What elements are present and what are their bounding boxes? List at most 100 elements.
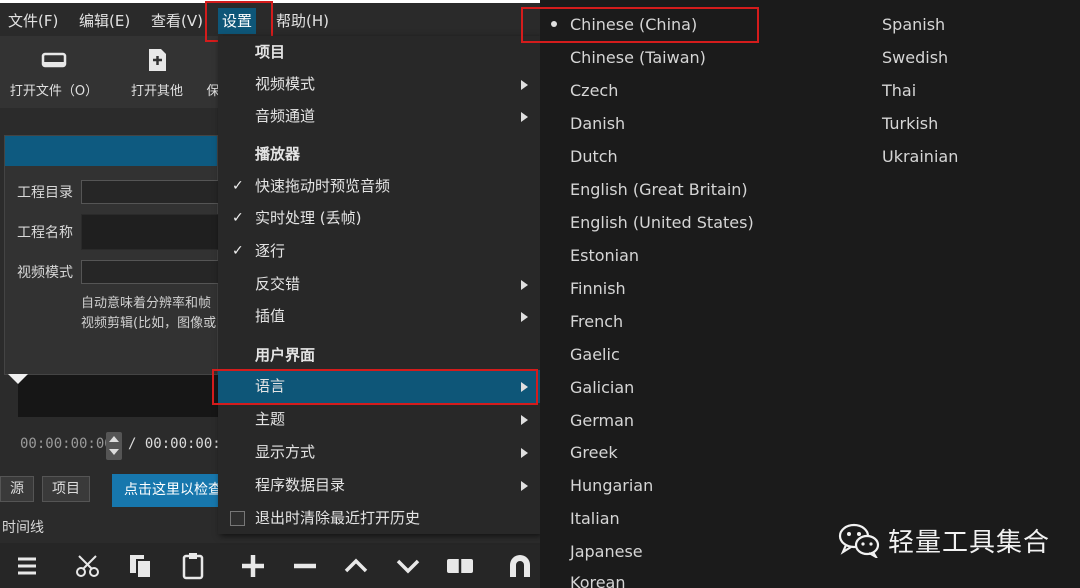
language-option[interactable]: French [570, 312, 623, 331]
timecode-field[interactable]: 00:00:00:00 [20, 436, 113, 452]
check-icon: ✓ [232, 243, 244, 259]
language-option[interactable]: Czech [570, 81, 618, 100]
split-icon[interactable] [445, 551, 475, 581]
settings-dropdown: 项目 视频模式 音频通道 播放器 ✓ 快速拖动时预览音频 ✓ 实时处理 (丢帧)… [218, 36, 540, 534]
language-highlight-box [212, 369, 538, 405]
settings-item-theme[interactable]: 主题 [218, 403, 540, 436]
language-option[interactable]: Finnish [570, 279, 626, 298]
auto-note-line1: 自动意味着分辨率和帧 [81, 296, 212, 311]
paste-icon[interactable] [178, 551, 208, 581]
project-name-input[interactable] [81, 214, 221, 250]
menu-help[interactable]: 帮助(H) [272, 8, 333, 34]
language-option[interactable]: Dutch [570, 147, 618, 166]
language-option[interactable]: Hungarian [570, 476, 653, 495]
unchecked-checkbox[interactable] [230, 511, 245, 526]
language-option[interactable]: Spanish [882, 15, 945, 34]
settings-item-clear-recent[interactable]: 退出时清除最近打开历史 [218, 502, 540, 535]
tab-source[interactable]: 源 [0, 476, 34, 502]
settings-section-ui-label: 用户界面 [255, 346, 316, 364]
open-other-button[interactable]: 打开其他 [122, 36, 192, 108]
submenu-arrow-icon [521, 481, 528, 491]
language-option[interactable]: German [570, 411, 634, 430]
settings-item-realtime-label: 实时处理 (丢帧) [255, 209, 362, 227]
settings-item-progressive-label: 逐行 [255, 242, 286, 260]
spinner-up-icon[interactable] [109, 436, 119, 442]
submenu-arrow-icon [521, 80, 528, 90]
timeline-toolbar [0, 543, 540, 588]
menu-file[interactable]: 文件(F) [4, 8, 62, 34]
settings-item-display-method[interactable]: 显示方式 [218, 436, 540, 469]
settings-item-audio-channels[interactable]: 音频通道 [218, 100, 540, 133]
language-option[interactable]: English (Great Britain) [570, 180, 748, 199]
settings-item-deinterlacer-label: 反交错 [255, 275, 301, 293]
menu-edit[interactable]: 编辑(E) [75, 8, 134, 34]
language-option[interactable]: Thai [882, 81, 916, 100]
remove-icon[interactable] [290, 551, 320, 581]
settings-item-video-mode[interactable]: 视频模式 [218, 68, 540, 101]
settings-item-interpolation-label: 插值 [255, 307, 286, 325]
properties-panel: 工程目录 工程名称 视频模式 自动意味着分辨率和帧 视频剪辑(比如，图像或 [4, 135, 221, 375]
submenu-arrow-icon [521, 280, 528, 290]
open-file-label: 打开文件（O） [9, 84, 99, 99]
settings-item-realtime[interactable]: ✓ 实时处理 (丢帧) [218, 202, 540, 235]
settings-item-deinterlacer[interactable]: 反交错 [218, 268, 540, 301]
project-dir-label: 工程目录 [17, 185, 73, 201]
open-other-label: 打开其他 [130, 84, 183, 99]
settings-item-theme-label: 主题 [255, 410, 286, 428]
settings-section-project-label: 项目 [255, 43, 286, 61]
language-option[interactable]: Italian [570, 509, 620, 528]
tab-project[interactable]: 项目 [42, 476, 90, 502]
language-option[interactable]: English (United States) [570, 213, 754, 232]
settings-section-project: 项目 [218, 36, 540, 69]
timeline-label: 时间线 [2, 520, 44, 536]
settings-item-video-mode-label: 视频模式 [255, 75, 316, 93]
settings-item-display-method-label: 显示方式 [255, 443, 316, 461]
language-option[interactable]: Galician [570, 378, 634, 397]
settings-item-progressive[interactable]: ✓ 逐行 [218, 235, 540, 268]
copy-icon[interactable] [126, 551, 156, 581]
language-option[interactable]: Gaelic [570, 345, 620, 364]
player-preview [18, 375, 218, 417]
update-check-button[interactable]: 点击这里以检查 [112, 474, 218, 507]
settings-item-interpolation[interactable]: 插值 [218, 300, 540, 333]
language-option[interactable]: Swedish [882, 48, 948, 67]
snap-magnet-icon[interactable] [505, 551, 535, 581]
playhead-marker[interactable] [8, 374, 28, 384]
check-icon: ✓ [232, 178, 244, 194]
settings-item-audio-channels-label: 音频通道 [255, 107, 316, 125]
language-option[interactable]: Chinese (Taiwan) [570, 48, 706, 67]
language-option[interactable]: Japanese [570, 542, 643, 561]
video-mode-select[interactable] [81, 260, 221, 284]
language-option[interactable]: Estonian [570, 246, 639, 265]
settings-item-scrub-audio[interactable]: ✓ 快速拖动时预览音频 [218, 170, 540, 203]
add-icon[interactable] [238, 551, 268, 581]
settings-item-app-data-dir[interactable]: 程序数据目录 [218, 469, 540, 502]
submenu-arrow-icon [521, 415, 528, 425]
timecode-spinner[interactable] [106, 432, 122, 460]
settings-section-player-label: 播放器 [255, 145, 301, 163]
submenu-arrow-icon [521, 112, 528, 122]
selected-language-highlight-box [521, 7, 759, 43]
menu-view[interactable]: 查看(V) [147, 8, 207, 34]
wechat-icon [838, 523, 880, 558]
settings-item-scrub-audio-label: 快速拖动时预览音频 [255, 177, 391, 195]
project-dir-input[interactable] [81, 180, 221, 204]
overwrite-icon[interactable] [393, 551, 423, 581]
submenu-arrow-icon [521, 448, 528, 458]
spinner-down-icon[interactable] [109, 449, 119, 455]
auto-note-line2: 视频剪辑(比如，图像或 [81, 316, 217, 331]
language-option[interactable]: Greek [570, 443, 618, 462]
check-icon: ✓ [232, 210, 244, 226]
video-mode-label: 视频模式 [17, 265, 73, 281]
cut-icon[interactable] [74, 551, 104, 581]
language-option[interactable]: Korean [570, 573, 626, 588]
menu-icon[interactable] [12, 551, 42, 581]
lift-icon[interactable] [341, 551, 371, 581]
open-file-button[interactable]: 打开文件（O） [6, 36, 102, 108]
language-option[interactable]: Ukrainian [882, 147, 958, 166]
open-other-icon [149, 49, 166, 71]
language-option[interactable]: Turkish [882, 114, 938, 133]
settings-item-app-data-dir-label: 程序数据目录 [255, 476, 346, 494]
watermark: 轻量工具集合 [838, 520, 1050, 560]
language-option[interactable]: Danish [570, 114, 625, 133]
